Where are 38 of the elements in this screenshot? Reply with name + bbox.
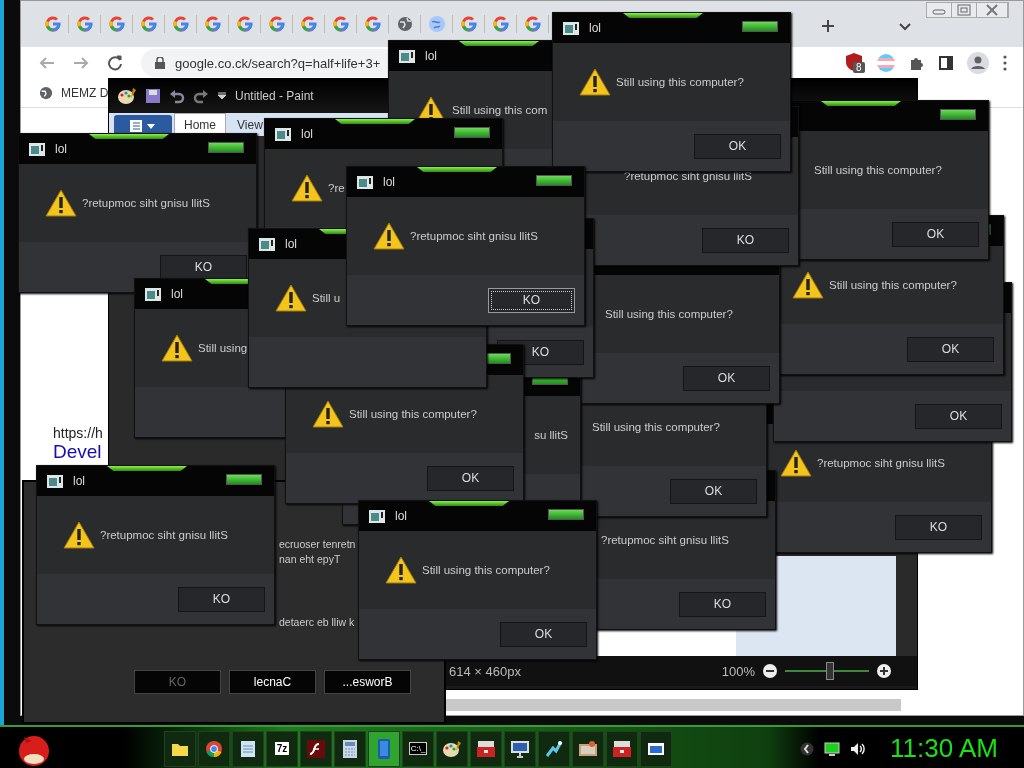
window-title: Untitled - Paint xyxy=(235,89,314,103)
dialog-message: Still u xyxy=(312,292,341,304)
terminal-label: C:\_ xyxy=(408,742,428,755)
dialog-text: detaerc eb lliw k xyxy=(279,616,355,628)
dialog-message: Still using xyxy=(198,342,248,354)
dialog-title: lol xyxy=(171,287,183,301)
zoom-percent: 100% xyxy=(721,663,755,679)
dialog-message: su llitS xyxy=(534,429,568,441)
dialog-message: Still using this computer? xyxy=(605,308,733,320)
dialog-message: ?retupmoc siht gnisu llitS xyxy=(410,230,538,242)
dialog-message: Still using this computer? xyxy=(592,421,720,433)
result-url: https://h xyxy=(53,425,103,441)
dialog-message: ?retupmoc siht gnisu llitS xyxy=(601,534,729,546)
dialog-title: lol xyxy=(73,474,85,488)
dialog-message: Still using this com xyxy=(452,104,548,116)
dialog-message: Still using this computer? xyxy=(349,408,477,420)
dialog-title: lol xyxy=(301,127,313,141)
address-text: google.co.ck/search?q=half+life+3+ xyxy=(175,55,381,71)
dialog-message: Still using this computer? xyxy=(616,76,744,88)
dialog-title: lol xyxy=(285,237,297,251)
dialog-message: ?retupmoc siht gnisu llitS xyxy=(817,457,945,469)
dialog-message: ?retupmoc siht gnisu llitS xyxy=(100,529,228,541)
dialog-text: nan eht epyT xyxy=(279,553,341,565)
image-size-text: 614 × 460px xyxy=(448,663,522,679)
dialog-title: lol xyxy=(589,21,601,35)
dialog-text: ecruoser tenretn xyxy=(279,538,356,550)
dialog-title: lol xyxy=(425,49,437,63)
dialog-message: ?retupmoc siht gnisu llitS xyxy=(624,170,752,182)
dialog-message: Still using this computer? xyxy=(814,164,942,176)
archive-label: 7z xyxy=(274,742,290,755)
dialog-message: Still using this computer? xyxy=(829,279,957,291)
extension-badge: 8 xyxy=(853,62,865,73)
dialog-message: ?re xyxy=(328,182,345,194)
dialog-title: lol xyxy=(55,142,67,156)
dialog-message: ?retupmoc siht gnisu llitS xyxy=(82,197,210,209)
dialog-title: lol xyxy=(395,509,407,523)
dialog-title: lol xyxy=(383,175,395,189)
dialog-message: Still using this computer? xyxy=(422,564,550,576)
